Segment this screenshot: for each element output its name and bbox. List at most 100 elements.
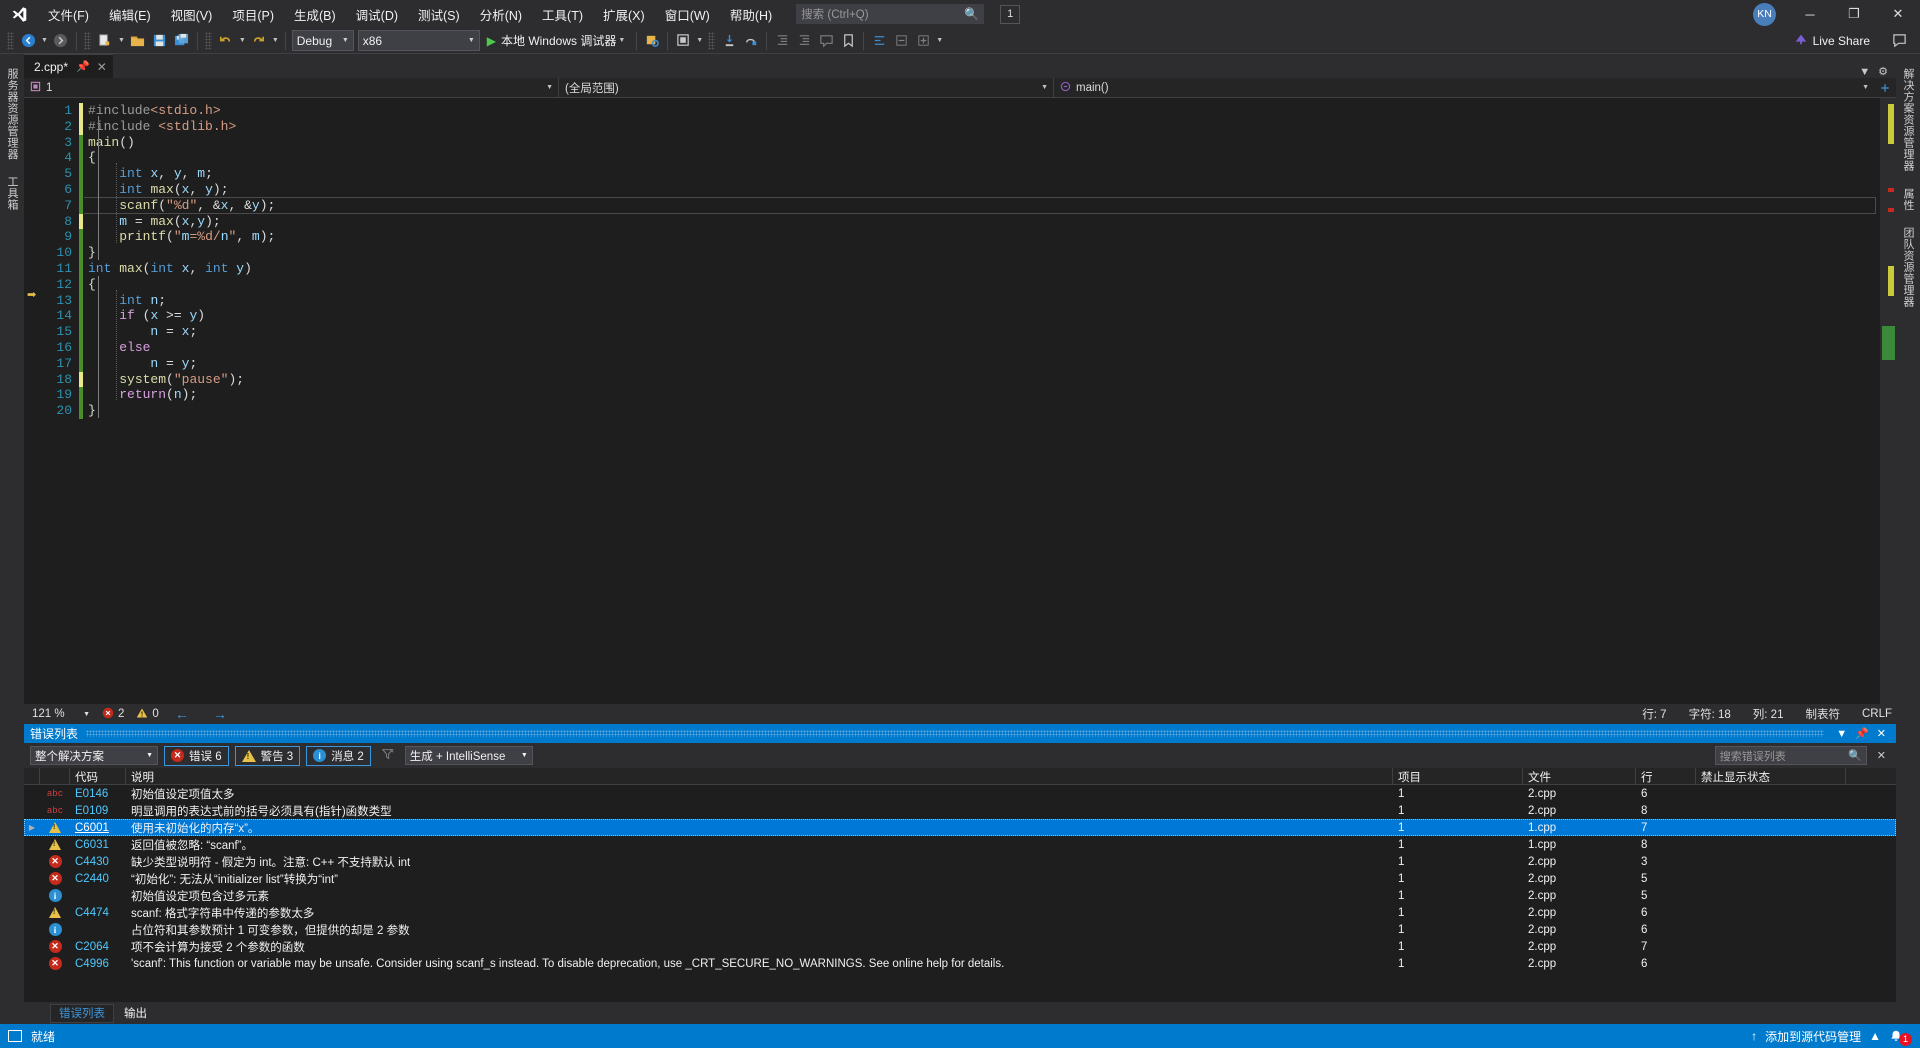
tabstrip-settings-icon[interactable]: ⚙ <box>1874 65 1892 78</box>
code-line[interactable]: system("pause"); <box>88 372 1880 388</box>
chevron-down-icon-scope[interactable]: ▼ <box>1041 84 1048 91</box>
save-icon[interactable] <box>149 30 171 52</box>
col-file[interactable]: 文件 <box>1523 768 1636 784</box>
table-row[interactable]: abc E0109 明显调用的表达式前的括号必须具有(指针)函数类型 1 2.cpp 8 <box>24 802 1896 819</box>
redo-dropdown-icon[interactable]: ▼ <box>270 37 281 44</box>
panel-close-icon[interactable]: ✕ <box>1873 727 1890 740</box>
undo-dropdown-icon[interactable]: ▼ <box>237 37 248 44</box>
window-layout-dropdown-icon[interactable]: ▼ <box>694 37 705 44</box>
code-line[interactable]: { <box>88 277 1880 293</box>
build-intellisense-combo[interactable]: 生成 + IntelliSense ▼ <box>404 746 533 765</box>
code-editor[interactable]: ➡ 1234567891011121314151617181920 –#incl… <box>24 98 1896 704</box>
panel-drag-dots[interactable] <box>86 730 1825 737</box>
prev-error-button[interactable]: ← <box>175 706 189 722</box>
editor-vertical-scrollbar[interactable] <box>1880 98 1896 704</box>
code-line[interactable]: –int max(int x, int y) <box>88 261 1880 277</box>
code-line[interactable]: m = max(x,y); <box>88 214 1880 230</box>
table-row[interactable]: abc E0146 初始值设定项值太多 1 2.cpp 6 <box>24 785 1896 802</box>
row-code[interactable]: C4474 <box>70 907 126 919</box>
errors-filter-button[interactable]: ✕ 错误 6 <box>164 745 229 766</box>
col-code[interactable]: 代码 <box>70 768 126 784</box>
notifications-button[interactable]: 1 <box>1889 1027 1912 1046</box>
code-line[interactable]: n = x; <box>88 324 1880 340</box>
close-button[interactable]: ✕ <box>1876 0 1920 28</box>
avatar[interactable]: KN <box>1753 2 1776 26</box>
sidebar-item-properties[interactable]: 属性 <box>1896 180 1920 219</box>
collapse-all-icon[interactable] <box>890 30 912 52</box>
start-debug-dropdown-icon[interactable]: ▼ <box>616 37 627 44</box>
error-scope-combo[interactable]: 整个解决方案 ▼ <box>30 746 158 765</box>
toolbar-grip-4[interactable] <box>708 31 716 50</box>
toolbar-grip[interactable] <box>7 31 14 50</box>
table-row[interactable]: ✕ C2064 项不会计算为接受 2 个参数的函数 1 2.cpp 7 <box>24 938 1896 955</box>
solution-configuration-combo[interactable]: Debug ▼ <box>291 30 354 51</box>
source-control-label[interactable]: 添加到源代码管理 <box>1765 1028 1861 1045</box>
new-item-icon[interactable] <box>94 30 116 52</box>
solution-platform-combo[interactable]: x86 ▼ <box>357 30 480 51</box>
code-line[interactable]: } <box>88 403 1880 419</box>
col-project[interactable]: 项目 <box>1393 768 1523 784</box>
toolbar-grip-3[interactable] <box>204 31 212 50</box>
code-line[interactable]: int n; <box>88 293 1880 309</box>
table-row[interactable]: C6031 返回值被忽略: “scanf”。 1 1.cpp 8 <box>24 836 1896 853</box>
toolbar-overflow-icon[interactable]: ▼ <box>934 37 945 44</box>
toggle-outlining-icon[interactable] <box>868 30 890 52</box>
comment-icon[interactable] <box>815 30 837 52</box>
navbar-split-icon[interactable] <box>1874 82 1896 94</box>
notification-count-box[interactable]: 1 <box>1000 4 1021 24</box>
menu-project[interactable]: 项目(P) <box>222 1 284 28</box>
feedback-icon[interactable] <box>1888 30 1910 52</box>
code-line[interactable]: if (x >= y) <box>88 308 1880 324</box>
indent-decrease-icon[interactable] <box>771 30 793 52</box>
chevron-down-icon-scope2[interactable]: ▼ <box>138 752 153 759</box>
zoom-combo[interactable]: 121 % ▼ <box>28 708 90 720</box>
save-all-icon[interactable] <box>171 30 193 52</box>
search-icon-2[interactable]: 🔍 <box>1848 749 1862 762</box>
row-code[interactable]: C6031 <box>70 839 126 851</box>
chevron-down-icon-build[interactable]: ▼ <box>513 752 528 759</box>
table-row[interactable]: i 初始值设定项包含过多元素 1 2.cpp 5 <box>24 887 1896 904</box>
indent-increase-icon[interactable] <box>793 30 815 52</box>
menu-debug[interactable]: 调试(D) <box>346 1 408 28</box>
table-row[interactable]: ✕ C4996 'scanf': This function or variable… <box>24 955 1896 972</box>
menu-file[interactable]: 文件(F) <box>38 1 99 28</box>
panel-dropdown-icon[interactable]: ▼ <box>1832 728 1851 740</box>
panel-pin-icon[interactable]: 📌 <box>1851 727 1873 740</box>
row-code[interactable]: C2440 <box>70 873 126 885</box>
row-code[interactable]: C4996 <box>70 958 126 970</box>
editor-warning-count[interactable]: 0 <box>136 707 159 722</box>
error-search-input[interactable]: 搜索错误列表 🔍 <box>1714 746 1867 765</box>
navbar-scope-selector[interactable]: (全局范围) ▼ <box>559 77 1054 98</box>
code-line[interactable]: { <box>88 150 1880 166</box>
step-into-icon[interactable] <box>718 30 740 52</box>
row-code[interactable]: C4430 <box>70 856 126 868</box>
quick-launch-search[interactable]: 搜索 (Ctrl+Q) 🔍 <box>796 4 985 24</box>
col-line[interactable]: 行 <box>1636 768 1696 784</box>
code-line[interactable]: } <box>88 245 1880 261</box>
chevron-down-icon-member[interactable]: ▼ <box>1862 84 1869 91</box>
code-line[interactable]: int x, y, m; <box>88 166 1880 182</box>
navbar-member-selector[interactable]: main() ▼ <box>1054 78 1874 98</box>
maximize-button[interactable]: ❐ <box>1832 0 1876 28</box>
table-row[interactable]: ✕ C4430 缺少类型说明符 - 假定为 int。注意: C++ 不支持默认 in… <box>24 853 1896 870</box>
table-row[interactable]: i 占位符和其参数预计 1 可变参数，但提供的却是 2 参数 1 2.cpp 6 <box>24 921 1896 938</box>
sidebar-item-toolbox[interactable]: 工具箱 <box>0 168 24 219</box>
tab-output[interactable]: 输出 <box>116 1004 155 1023</box>
row-code[interactable]: E0109 <box>70 805 126 817</box>
col-description[interactable]: 说明 <box>126 768 1393 784</box>
menu-view[interactable]: 视图(V) <box>161 1 223 28</box>
row-code[interactable]: E0146 <box>70 788 126 800</box>
navbar-project-selector[interactable]: 1 ▼ <box>24 77 559 98</box>
col-suppression-state[interactable]: 禁止显示状态 <box>1696 768 1846 784</box>
chevron-down-icon-zoom[interactable]: ▼ <box>83 711 90 718</box>
menu-analyze[interactable]: 分析(N) <box>470 1 532 28</box>
code-line[interactable]: –#include<stdio.h> <box>88 103 1880 119</box>
code-line[interactable]: printf("m=%d/n", m); <box>88 229 1880 245</box>
new-item-dropdown-icon[interactable]: ▼ <box>116 37 127 44</box>
close-icon[interactable]: ✕ <box>97 60 107 74</box>
error-list-rows[interactable]: abc E0146 初始值设定项值太多 1 2.cpp 6 abc E0109 明显调用的表达式… <box>24 785 1896 1002</box>
redo-icon[interactable] <box>248 30 270 52</box>
next-error-button[interactable]: → <box>213 706 227 722</box>
menu-tools[interactable]: 工具(T) <box>532 1 593 28</box>
code-line[interactable]: –main() <box>88 135 1880 151</box>
